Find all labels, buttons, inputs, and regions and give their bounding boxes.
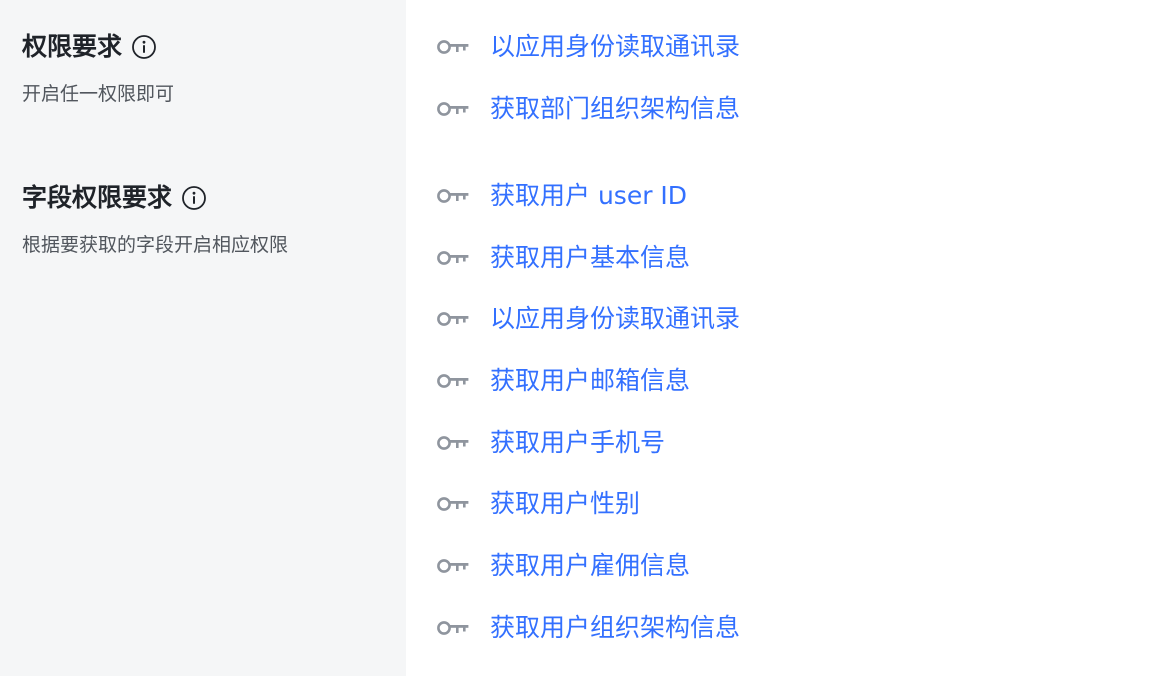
permissions-table: 权限要求 开启任一权限即可 以应用身份读取通讯录 获取部门组织架构信息 字段权限要…	[0, 0, 1176, 676]
info-circle-icon[interactable]	[131, 34, 157, 60]
permission-link[interactable]: 获取用户性别	[490, 489, 640, 519]
permission-requirements-header-cell: 权限要求 开启任一权限即可	[0, 0, 406, 152]
permission-link[interactable]: 获取部门组织架构信息	[490, 94, 740, 124]
permission-link[interactable]: 以应用身份读取通讯录	[490, 32, 740, 62]
permission-item: 获取部门组织架构信息	[436, 94, 1176, 124]
permission-item: 以应用身份读取通讯录	[436, 32, 1176, 62]
field-permission-requirements-row: 字段权限要求 根据要获取的字段开启相应权限 获取用户 user ID 获取用户基本…	[0, 152, 1176, 676]
permission-item: 获取用户邮箱信息	[436, 366, 1176, 396]
section-title: 字段权限要求	[22, 183, 406, 213]
key-icon	[436, 496, 470, 512]
permission-item: 获取用户雇佣信息	[436, 551, 1176, 581]
permission-item: 获取用户基本信息	[436, 243, 1176, 273]
key-icon	[436, 250, 470, 266]
section-title-text: 权限要求	[22, 32, 123, 61]
key-icon	[436, 188, 470, 204]
permission-item: 获取用户手机号	[436, 428, 1176, 458]
permission-item: 获取用户性别	[436, 489, 1176, 519]
section-title-text: 字段权限要求	[22, 183, 173, 212]
key-icon	[436, 39, 470, 55]
permission-requirements-list-cell: 以应用身份读取通讯录 获取部门组织架构信息	[406, 0, 1176, 152]
field-permission-requirements-header-cell: 字段权限要求 根据要获取的字段开启相应权限	[0, 152, 406, 676]
key-icon	[436, 373, 470, 389]
section-subtitle: 根据要获取的字段开启相应权限	[22, 234, 289, 256]
permission-item: 获取用户 user ID	[436, 181, 1176, 211]
section-title: 权限要求	[22, 32, 406, 62]
key-icon	[436, 435, 470, 451]
field-permission-requirements-list-cell: 获取用户 user ID 获取用户基本信息 以应用身份读取通讯录 获取用户邮箱信息 获取…	[406, 152, 1176, 676]
permission-item: 获取用户组织架构信息	[436, 613, 1176, 643]
permission-item: 以应用身份读取通讯录	[436, 304, 1176, 334]
permission-list: 以应用身份读取通讯录 获取部门组织架构信息	[436, 0, 1176, 124]
permission-link[interactable]: 获取用户组织架构信息	[490, 613, 740, 643]
permission-list: 获取用户 user ID 获取用户基本信息 以应用身份读取通讯录 获取用户邮箱信息 获取…	[436, 152, 1176, 643]
key-icon	[436, 311, 470, 327]
key-icon	[436, 620, 470, 636]
key-icon	[436, 101, 470, 117]
permission-link[interactable]: 获取用户雇佣信息	[490, 551, 690, 581]
permission-requirements-row: 权限要求 开启任一权限即可 以应用身份读取通讯录 获取部门组织架构信息	[0, 0, 1176, 152]
permission-link[interactable]: 获取用户基本信息	[490, 243, 690, 273]
section-subtitle: 开启任一权限即可	[22, 83, 175, 105]
permission-link[interactable]: 以应用身份读取通讯录	[490, 304, 740, 334]
info-circle-icon[interactable]	[181, 185, 207, 211]
permission-link[interactable]: 获取用户 user ID	[490, 181, 687, 211]
key-icon	[436, 558, 470, 574]
permission-link[interactable]: 获取用户手机号	[490, 428, 665, 458]
permission-link[interactable]: 获取用户邮箱信息	[490, 366, 690, 396]
